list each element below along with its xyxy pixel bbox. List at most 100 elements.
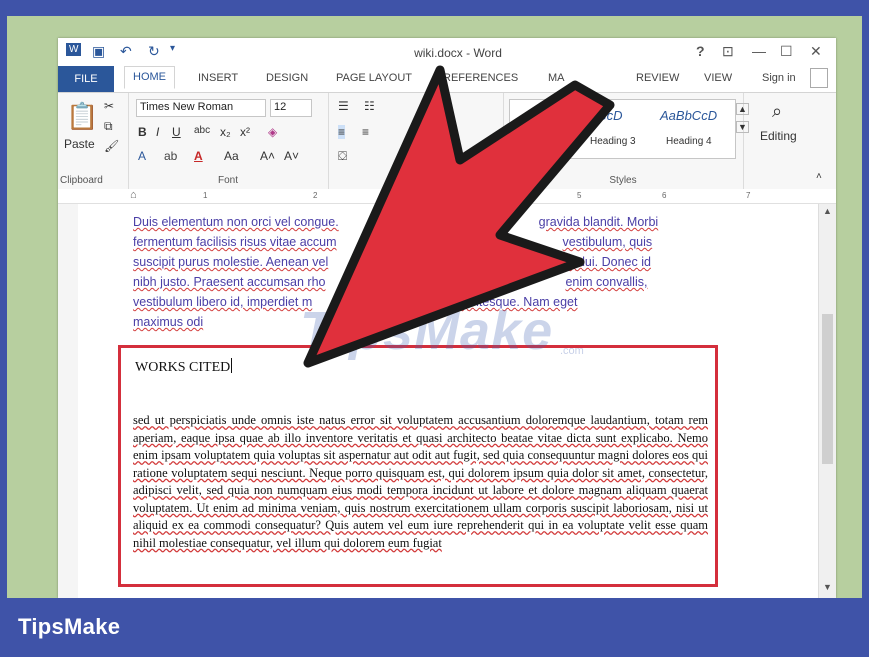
tab-references[interactable]: REFERENCES	[443, 72, 518, 84]
indent-marker-icon[interactable]: ⌂	[130, 189, 137, 201]
text-line: fermentum facilisis risus vitae accum	[133, 235, 337, 249]
scrollbar-thumb[interactable]	[822, 314, 833, 464]
grow-font-icon[interactable]: A˄	[260, 149, 275, 163]
bold-icon[interactable]: B	[138, 125, 147, 139]
watermark-logo: TipsMake	[300, 301, 554, 361]
sign-in-link[interactable]: Sign in	[762, 72, 796, 84]
text-line: Duis elementum non orci vel congue.	[133, 215, 339, 229]
help-button[interactable]: ?	[696, 43, 705, 59]
works-cited-title-text: WORKS CITED	[135, 360, 231, 375]
scroll-up-icon[interactable]: ▲	[823, 206, 832, 216]
text-line: maximus odi	[133, 315, 204, 329]
paragraph-group: ☰ ☷ ≡ ≡ ⛋	[328, 93, 504, 189]
ruler-number: 6	[662, 191, 667, 200]
ribbon-display-button[interactable]: ⊡	[722, 43, 734, 60]
tab-review[interactable]: REVIEW	[636, 72, 679, 84]
tab-design[interactable]: DESIGN	[266, 72, 308, 84]
watermark-suffix: .com	[560, 345, 584, 357]
vertical-scrollbar[interactable]: ▲ ▼	[818, 204, 836, 598]
maximize-button[interactable]: ☐	[780, 43, 793, 60]
text-effects-icon[interactable]: A	[138, 149, 146, 163]
font-group-label: Font	[217, 175, 238, 186]
text-line: gravida blandit. Morbi	[538, 215, 659, 229]
font-group: Times New Roman 12 B I U abc x₂ x² ◈ A a…	[128, 93, 329, 189]
ruler-number: 1	[203, 191, 208, 200]
horizontal-ruler: 1 2 5 6 7 ⌂	[58, 189, 836, 204]
binoculars-icon[interactable]: ⌕	[772, 101, 782, 122]
save-icon[interactable]: ▣	[92, 43, 105, 60]
paste-button[interactable]: Paste	[64, 137, 95, 151]
bullets-icon[interactable]: ☰	[338, 99, 349, 113]
shrink-font-icon[interactable]: A˅	[284, 149, 299, 163]
redo-icon[interactable]: ↻	[148, 43, 160, 60]
copy-icon[interactable]: ⧉	[104, 119, 113, 134]
text-line: suscipit purus molestie. Aenean vel	[133, 255, 329, 269]
editing-button[interactable]: Editing	[760, 129, 797, 143]
account-icon[interactable]	[810, 68, 828, 88]
customize-toolbar-icon[interactable]: ▾	[170, 43, 175, 54]
styles-scroll-up-icon[interactable]: ▲	[736, 103, 749, 115]
font-name-select[interactable]: Times New Roman	[136, 99, 266, 117]
style-heading-3[interactable]: Heading 3	[590, 136, 636, 147]
ruler-number: 7	[746, 191, 751, 200]
highlight-icon[interactable]: ab	[164, 149, 177, 163]
format-painter-icon[interactable]: 🖌	[104, 139, 119, 153]
tutorial-image: W ▣ ↶ ↻ ▾ wiki.docx - Word ? ⊡ — ☐ ✕ FIL…	[0, 0, 869, 657]
subscript-icon[interactable]: x₂	[220, 125, 231, 139]
tab-page-layout[interactable]: PAGE LAYOUT	[336, 72, 412, 84]
editing-group: ⌕ Editing	[748, 93, 818, 189]
shading-icon[interactable]: ⛋	[338, 149, 347, 164]
frame-top-bar	[0, 0, 869, 16]
text-cursor	[231, 358, 233, 373]
superscript-icon[interactable]: x²	[240, 125, 250, 139]
text-line: nibh justo. Praesent accumsan rho	[133, 275, 326, 289]
align-center-icon[interactable]: ≡	[362, 125, 369, 139]
title-bar: W ▣ ↶ ↻ ▾ wiki.docx - Word ? ⊡ — ☐ ✕	[58, 38, 836, 66]
scroll-down-icon[interactable]: ▼	[823, 582, 832, 592]
underline-icon[interactable]: U	[172, 125, 181, 139]
clipboard-group-label: Clipboard	[60, 175, 103, 186]
align-left-icon[interactable]: ≡	[338, 125, 346, 139]
ribbon: 📋 Paste ✂ ⧉ 🖌 Clipboard Times New Roman …	[58, 92, 836, 190]
text-line: vestibulum, quis	[562, 235, 653, 249]
ruler-number: 2	[313, 191, 318, 200]
text-line: enim convallis,	[565, 275, 648, 289]
paste-icon[interactable]: 📋	[66, 101, 98, 132]
word-app-icon[interactable]: W	[66, 43, 82, 56]
tab-insert[interactable]: INSERT	[198, 72, 238, 84]
style-preview: AaBbCcD	[660, 108, 718, 123]
close-button[interactable]: ✕	[810, 43, 822, 60]
ruler-number: 5	[577, 191, 582, 200]
ribbon-tabs: FILE HOME INSERT DESIGN PAGE LAYOUT REFE…	[58, 66, 836, 92]
font-color-icon[interactable]: A	[194, 149, 203, 163]
style-preview: bCcD	[590, 108, 623, 123]
vertical-ruler	[58, 204, 79, 598]
cut-icon[interactable]: ✂	[104, 99, 114, 113]
undo-icon[interactable]: ↶	[120, 43, 132, 60]
strikethrough-icon[interactable]: abc	[194, 125, 210, 136]
tab-home[interactable]: HOME	[124, 66, 175, 89]
collapse-ribbon-icon[interactable]: ˄	[816, 171, 822, 182]
clear-formatting-icon[interactable]: ◈	[268, 125, 277, 139]
styles-gallery[interactable]: bCcD AaBbCcD Heading 3 Heading 4	[509, 99, 736, 159]
font-size-select[interactable]: 12	[270, 99, 312, 117]
numbering-icon[interactable]: ☷	[364, 99, 375, 113]
tab-view[interactable]: VIEW	[704, 72, 732, 84]
styles-group: bCcD AaBbCcD Heading 3 Heading 4 ▲ ▼ Sty…	[503, 93, 749, 189]
works-cited-heading: WORKS CITED	[135, 358, 233, 376]
italic-icon[interactable]: I	[156, 125, 159, 139]
brand-logo: TipsMake	[18, 614, 121, 639]
style-heading-4[interactable]: Heading 4	[666, 136, 712, 147]
text-line: s dui. Donec id	[568, 255, 651, 269]
styles-group-label: Styles	[609, 175, 637, 186]
change-case-icon[interactable]: Aa	[224, 149, 239, 163]
minimize-button[interactable]: —	[752, 43, 766, 59]
styles-scroll-down-icon[interactable]: ▼	[736, 121, 749, 133]
text-line: vestibulum libero id, imperdiet m	[133, 295, 313, 309]
window-title: wiki.docx - Word	[414, 46, 502, 60]
document-page[interactable]: Duis elementum non orci vel congue. gravi…	[78, 204, 818, 598]
brand-bar	[0, 598, 869, 657]
tab-mailings[interactable]: MA	[548, 72, 565, 84]
tab-file[interactable]: FILE	[58, 66, 114, 92]
works-cited-body: sed ut perspiciatis unde omnis iste natu…	[133, 413, 708, 550]
